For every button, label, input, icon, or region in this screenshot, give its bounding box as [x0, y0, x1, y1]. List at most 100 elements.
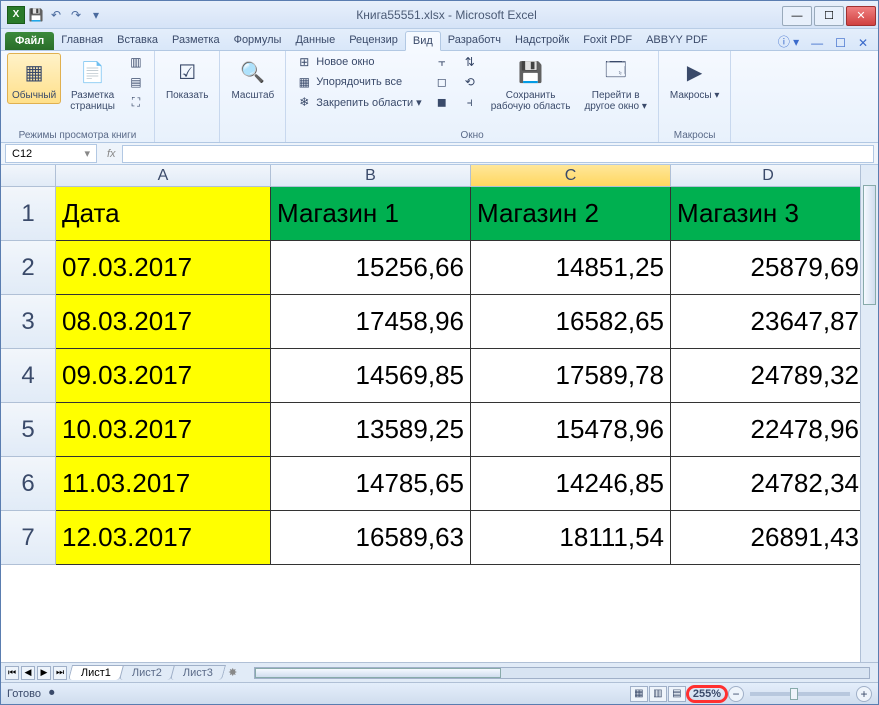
qat-dropdown-icon[interactable]: ▾ [87, 6, 105, 24]
column-header-D[interactable]: D [671, 165, 866, 186]
freeze-button[interactable]: ❄Закрепить области ▾ [292, 93, 425, 111]
cell[interactable]: 14851,25 [471, 241, 671, 295]
sync-scroll-button[interactable]: ⇅ [458, 53, 482, 71]
ribbon-help-icon[interactable]: ⓘ ▾ [772, 33, 805, 50]
cell[interactable]: 14785,65 [271, 457, 471, 511]
add-sheet-button[interactable]: ✸ [228, 666, 246, 679]
cell[interactable]: 23647,87 [671, 295, 866, 349]
excel-icon[interactable]: X [7, 6, 25, 24]
tab-вставка[interactable]: Вставка [110, 31, 165, 50]
column-header-B[interactable]: B [271, 165, 471, 186]
name-box[interactable]: C12 ▾ [5, 144, 97, 163]
row-header[interactable]: 1 [1, 187, 56, 241]
custom-views-button[interactable]: ▤ [124, 73, 148, 91]
reset-pos-button[interactable]: ⟲ [458, 73, 482, 91]
zoom-thumb[interactable] [790, 688, 798, 700]
view-page-button[interactable]: ▥ [649, 686, 667, 702]
tab-формулы[interactable]: Формулы [227, 31, 289, 50]
formula-input[interactable] [122, 145, 874, 163]
cell[interactable]: 12.03.2017 [56, 511, 271, 565]
tab-разработч[interactable]: Разработч [441, 31, 508, 50]
ribbon-minimize-icon[interactable]: — [805, 36, 829, 50]
sheet-tab-Лист1[interactable]: Лист1 [68, 665, 124, 680]
file-tab[interactable]: Файл [5, 32, 54, 50]
vscroll-thumb[interactable] [863, 185, 876, 305]
cell[interactable]: 11.03.2017 [56, 457, 271, 511]
macros-button[interactable]: ▶ Макросы ▾ [665, 53, 725, 104]
arrange-button[interactable]: ▦Упорядочить все [292, 73, 425, 91]
sheet-tab-Лист3[interactable]: Лист3 [170, 665, 226, 680]
cell[interactable]: 08.03.2017 [56, 295, 271, 349]
sheet-nav-first[interactable]: ⏮ [5, 666, 19, 680]
row-header[interactable]: 7 [1, 511, 56, 565]
tab-вид[interactable]: Вид [405, 31, 441, 51]
compare-button[interactable]: ⫞ [458, 93, 482, 111]
row-header[interactable]: 4 [1, 349, 56, 403]
sheet-nav-prev[interactable]: ◀ [21, 666, 35, 680]
maximize-button[interactable]: ☐ [814, 6, 844, 26]
tab-главная[interactable]: Главная [54, 31, 110, 50]
cell[interactable]: 24789,32 [671, 349, 866, 403]
unhide-button[interactable]: ◼ [430, 93, 454, 111]
tab-разметка[interactable]: Разметка [165, 31, 227, 50]
cell[interactable]: 14246,85 [471, 457, 671, 511]
cell[interactable]: 10.03.2017 [56, 403, 271, 457]
tab-надстройк[interactable]: Надстройк [508, 31, 576, 50]
column-header-A[interactable]: A [56, 165, 271, 186]
row-header[interactable]: 5 [1, 403, 56, 457]
undo-icon[interactable]: ↶ [47, 6, 65, 24]
sheet-nav-next[interactable]: ▶ [37, 666, 51, 680]
row-header[interactable]: 6 [1, 457, 56, 511]
cell[interactable]: Магазин 1 [271, 187, 471, 241]
tab-foxit pdf[interactable]: Foxit PDF [576, 31, 639, 50]
cell[interactable]: 26891,43 [671, 511, 866, 565]
close-button[interactable]: ✕ [846, 6, 876, 26]
horizontal-scrollbar[interactable] [254, 665, 870, 681]
save-icon[interactable]: 💾 [27, 6, 45, 24]
row-header[interactable]: 2 [1, 241, 56, 295]
row-header[interactable]: 3 [1, 295, 56, 349]
cell[interactable]: 25879,69 [671, 241, 866, 295]
zoom-percent[interactable]: 255% [686, 685, 728, 703]
cell[interactable]: 15478,96 [471, 403, 671, 457]
cell[interactable]: 22478,96 [671, 403, 866, 457]
save-workspace-button[interactable]: 💾 Сохранить рабочую область [486, 53, 576, 115]
sheet-nav-last[interactable]: ⏭ [53, 666, 67, 680]
zoom-in-button[interactable]: + [856, 686, 872, 702]
cell[interactable]: 09.03.2017 [56, 349, 271, 403]
cell[interactable]: 14569,85 [271, 349, 471, 403]
ribbon-restore-icon[interactable]: ☐ [829, 36, 852, 50]
fx-label[interactable]: fx [101, 148, 122, 160]
vertical-scrollbar[interactable] [860, 165, 878, 662]
minimize-button[interactable]: — [782, 6, 812, 26]
cell[interactable]: 13589,25 [271, 403, 471, 457]
tab-abbyy pdf[interactable]: ABBYY PDF [639, 31, 715, 50]
cell[interactable]: 18111,54 [471, 511, 671, 565]
zoom-button[interactable]: 🔍 Масштаб [226, 53, 279, 104]
view-break-button[interactable]: ▤ [668, 686, 686, 702]
cell[interactable]: 07.03.2017 [56, 241, 271, 295]
tab-данные[interactable]: Данные [288, 31, 342, 50]
split-button[interactable]: ⫟ [430, 53, 454, 71]
hscroll-thumb[interactable] [255, 668, 501, 678]
normal-view-button[interactable]: ▦ Обычный [7, 53, 61, 104]
column-header-C[interactable]: C [471, 165, 671, 186]
cell[interactable]: Дата [56, 187, 271, 241]
sheet-tab-Лист2[interactable]: Лист2 [119, 665, 175, 680]
cell[interactable]: 24782,34 [671, 457, 866, 511]
cell[interactable]: Магазин 3 [671, 187, 866, 241]
macro-record-icon[interactable]: ⏺ [49, 687, 55, 700]
view-normal-button[interactable]: ▦ [630, 686, 648, 702]
cell[interactable]: 17589,78 [471, 349, 671, 403]
switch-window-button[interactable]: 🗔 Перейти в другое окно ▾ [579, 53, 651, 115]
cell[interactable]: 16589,63 [271, 511, 471, 565]
page-break-preview-button[interactable]: ▥ [124, 53, 148, 71]
cell[interactable]: 15256,66 [271, 241, 471, 295]
hide-button[interactable]: ◻ [430, 73, 454, 91]
zoom-slider[interactable] [750, 692, 850, 696]
cell[interactable]: 17458,96 [271, 295, 471, 349]
tab-рецензир[interactable]: Рецензир [342, 31, 405, 50]
redo-icon[interactable]: ↷ [67, 6, 85, 24]
ribbon-close-icon[interactable]: ✕ [852, 36, 874, 50]
new-window-button[interactable]: ⊞Новое окно [292, 53, 425, 71]
